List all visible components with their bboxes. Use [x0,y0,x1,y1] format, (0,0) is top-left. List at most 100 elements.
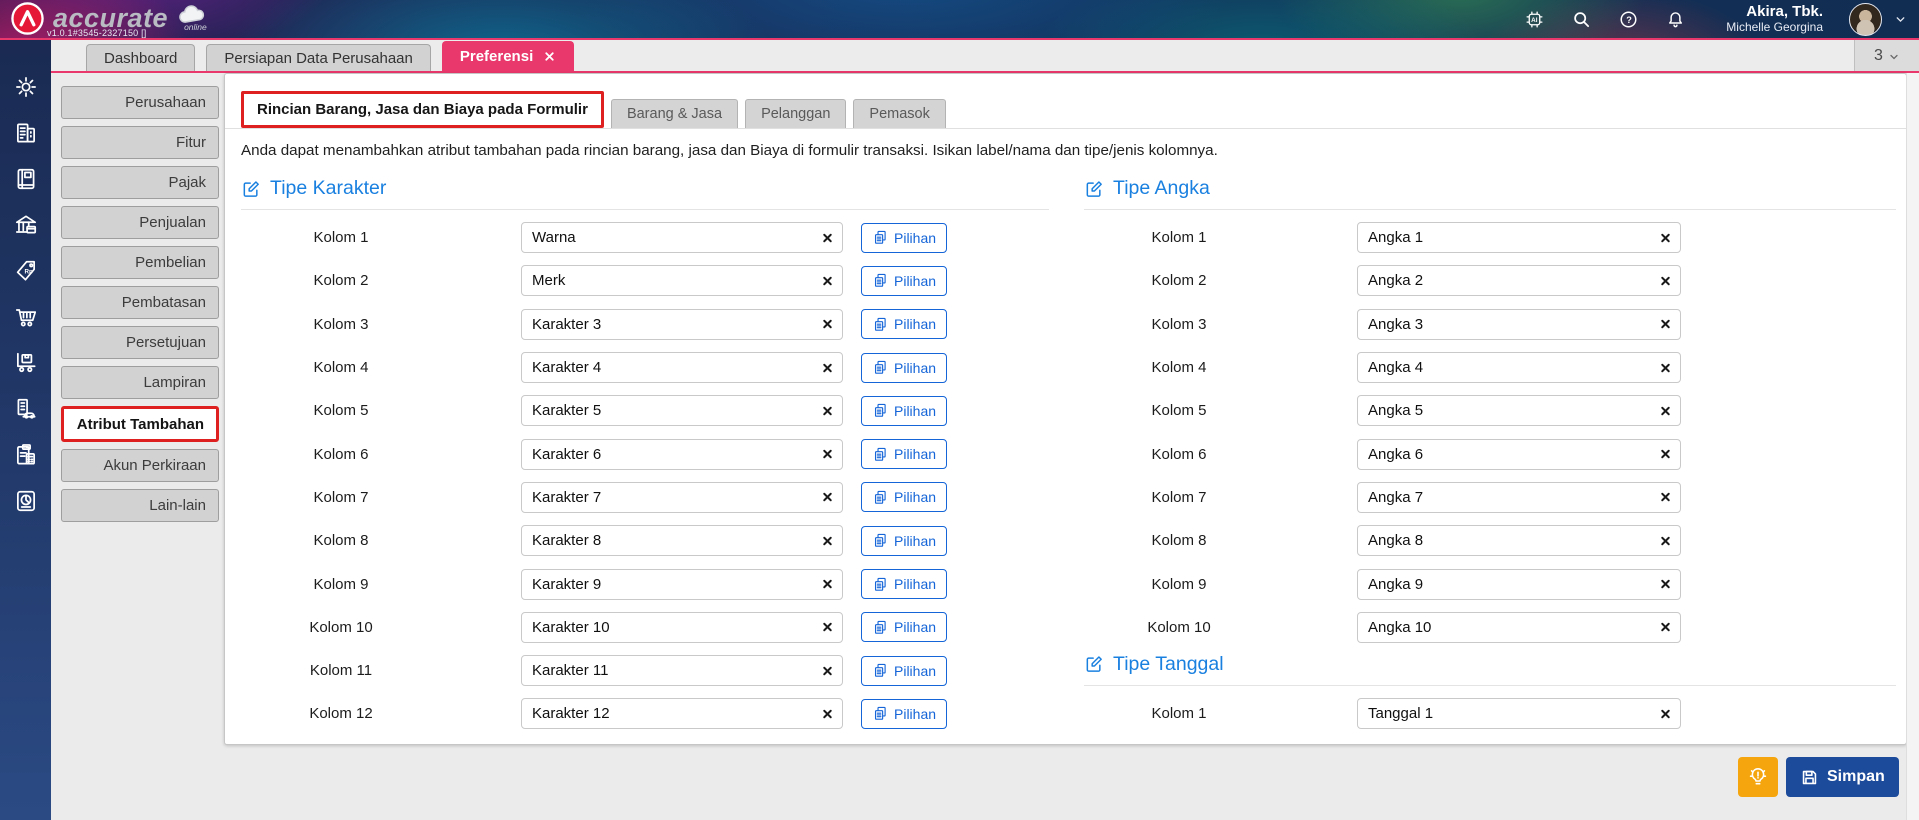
help-icon[interactable]: ? [1618,9,1639,30]
clear-icon[interactable] [1659,231,1672,244]
karakter-input[interactable]: Karakter 7 [521,481,843,513]
pilihan-button[interactable]: Pilihan [861,482,948,513]
clear-icon[interactable] [821,621,834,634]
menu-item-fitur[interactable]: Fitur [61,126,219,159]
angka-input[interactable]: Angka 2 [1357,265,1681,297]
window-tab-persiapan-data-perusahaan[interactable]: Persiapan Data Perusahaan [206,44,431,71]
clear-icon[interactable] [1659,491,1672,504]
clear-icon[interactable] [1659,448,1672,461]
karakter-input[interactable]: Karakter 11 [521,655,843,687]
clear-icon[interactable] [821,707,834,720]
journal-book-icon[interactable] [13,166,39,192]
pilihan-button[interactable]: Pilihan [861,439,948,470]
clear-icon[interactable] [1659,707,1672,720]
pilihan-button[interactable]: Pilihan [861,309,948,340]
karakter-input[interactable]: Warna [521,222,843,254]
pilihan-button[interactable]: Pilihan [861,569,948,600]
angka-input[interactable]: Angka 1 [1357,222,1681,254]
pilihan-button[interactable]: Pilihan [861,395,948,426]
avatar[interactable] [1849,2,1882,36]
scrollbar[interactable] [1906,73,1919,820]
clear-icon[interactable] [821,231,834,244]
karakter-input[interactable]: Karakter 12 [521,698,843,730]
user-menu[interactable]: Akira, Tbk. Michelle Georgina [1726,3,1823,34]
attribute-row: Kolom 2 Angka 2 [1084,259,1896,302]
fixed-asset-icon[interactable] [13,396,39,422]
pilihan-button[interactable]: Pilihan [861,525,948,556]
tax-document-icon[interactable]: TAX [13,442,39,468]
tab-overflow-dropdown[interactable]: 3 [1854,40,1919,71]
hint-button[interactable] [1738,757,1778,797]
pilihan-button[interactable]: Pilihan [861,655,948,686]
menu-item-pajak[interactable]: Pajak [61,166,219,199]
angka-input[interactable]: Angka 5 [1357,395,1681,427]
karakter-input[interactable]: Karakter 3 [521,308,843,340]
company-building-icon[interactable] [13,120,39,146]
angka-input[interactable]: Angka 6 [1357,438,1681,470]
clear-icon[interactable] [821,491,834,504]
close-tab-icon[interactable] [543,50,556,63]
clear-icon[interactable] [821,361,834,374]
karakter-input[interactable]: Karakter 4 [521,352,843,384]
pilihan-button[interactable]: Pilihan [861,352,948,383]
karakter-input[interactable]: Karakter 8 [521,525,843,557]
angka-input[interactable]: Angka 7 [1357,481,1681,513]
menu-item-penjualan[interactable]: Penjualan [61,206,219,239]
pilihan-button[interactable]: Pilihan [861,612,948,643]
menu-item-perusahaan[interactable]: Perusahaan [61,86,219,119]
window-tab-preferensi[interactable]: Preferensi [441,41,575,71]
bank-icon[interactable] [13,212,39,238]
ai-assistant-icon[interactable]: AI [1524,9,1545,30]
clear-icon[interactable] [821,404,834,417]
content-tab-rincian-barang-jasa-dan-biaya-pada-formulir[interactable]: Rincian Barang, Jasa dan Biaya pada Form… [241,91,604,128]
menu-item-atribut-tambahan[interactable]: Atribut Tambahan [61,406,219,442]
angka-input[interactable]: Angka 9 [1357,568,1681,600]
karakter-input[interactable]: Merk [521,265,843,297]
chevron-down-icon[interactable] [1894,13,1907,26]
gear-icon[interactable] [13,74,39,100]
report-document-icon[interactable] [13,488,39,514]
content-tab-pemasok[interactable]: Pemasok [853,99,946,128]
angka-input[interactable]: Angka 4 [1357,352,1681,384]
clear-icon[interactable] [1659,534,1672,547]
menu-item-pembelian[interactable]: Pembelian [61,246,219,279]
save-button[interactable]: Simpan [1786,757,1899,797]
clear-icon[interactable] [821,664,834,677]
menu-item-akun-perkiraan[interactable]: Akun Perkiraan [61,449,219,482]
karakter-input[interactable]: Karakter 6 [521,438,843,470]
angka-input[interactable]: Angka 3 [1357,308,1681,340]
angka-input[interactable]: Angka 10 [1357,611,1681,643]
content-tab-pelanggan[interactable]: Pelanggan [745,99,847,128]
clear-icon[interactable] [1659,404,1672,417]
tanggal-input[interactable]: Tanggal 1 [1357,698,1681,730]
menu-item-persetujuan[interactable]: Persetujuan [61,326,219,359]
clear-icon[interactable] [821,578,834,591]
attribute-row: Kolom 2 Merk Pilihan [241,259,1049,302]
price-tag-rp-icon[interactable]: Rp [13,258,39,284]
pilihan-button[interactable]: Pilihan [861,698,948,729]
clear-icon[interactable] [1659,621,1672,634]
clear-icon[interactable] [1659,361,1672,374]
clear-icon[interactable] [1659,578,1672,591]
pilihan-button[interactable]: Pilihan [861,265,948,296]
karakter-input[interactable]: Karakter 10 [521,611,843,643]
menu-item-lampiran[interactable]: Lampiran [61,366,219,399]
karakter-input[interactable]: Karakter 5 [521,395,843,427]
clear-icon[interactable] [821,318,834,331]
clear-icon[interactable] [821,274,834,287]
clear-icon[interactable] [821,448,834,461]
karakter-input[interactable]: Karakter 9 [521,568,843,600]
shopping-cart-icon[interactable] [13,304,39,330]
angka-input[interactable]: Angka 8 [1357,525,1681,557]
menu-item-pembatasan[interactable]: Pembatasan [61,286,219,319]
delivery-trolley-icon[interactable] [13,350,39,376]
pilihan-button[interactable]: Pilihan [861,222,948,253]
clear-icon[interactable] [1659,274,1672,287]
content-tab-barang-jasa[interactable]: Barang & Jasa [610,99,739,128]
clear-icon[interactable] [821,534,834,547]
search-icon[interactable] [1571,9,1592,30]
menu-item-lain-lain[interactable]: Lain-lain [61,489,219,522]
clear-icon[interactable] [1659,318,1672,331]
notifications-icon[interactable] [1665,9,1686,30]
window-tab-dashboard[interactable]: Dashboard [86,44,196,71]
